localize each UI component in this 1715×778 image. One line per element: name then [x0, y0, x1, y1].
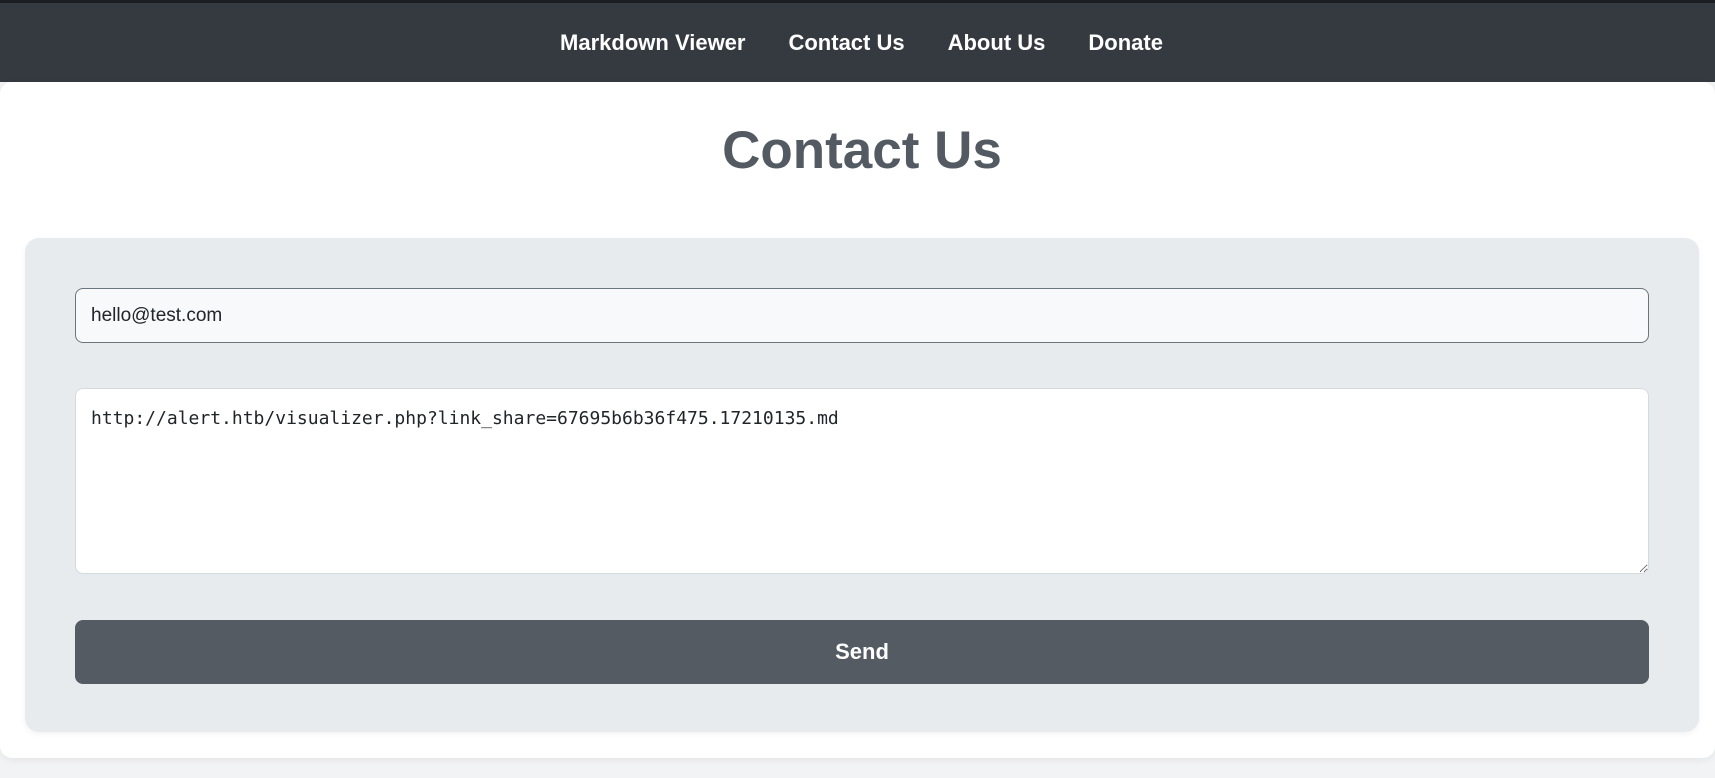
- message-textarea[interactable]: http://alert.htb/visualizer.php?link_sha…: [75, 388, 1649, 574]
- send-button[interactable]: Send: [75, 620, 1649, 684]
- email-field[interactable]: [75, 288, 1649, 343]
- main-nav: Markdown Viewer Contact Us About Us Dona…: [560, 30, 1163, 56]
- nav-link-donate[interactable]: Donate: [1088, 30, 1163, 56]
- page-title: Contact Us: [722, 121, 1002, 180]
- main-content: Contact Us http://alert.htb/visualizer.p…: [0, 82, 1715, 758]
- nav-link-about-us[interactable]: About Us: [948, 30, 1046, 56]
- top-navbar: Markdown Viewer Contact Us About Us Dona…: [0, 0, 1715, 82]
- nav-link-contact-us[interactable]: Contact Us: [788, 30, 904, 56]
- nav-link-markdown-viewer[interactable]: Markdown Viewer: [560, 30, 745, 56]
- contact-form: http://alert.htb/visualizer.php?link_sha…: [25, 238, 1699, 732]
